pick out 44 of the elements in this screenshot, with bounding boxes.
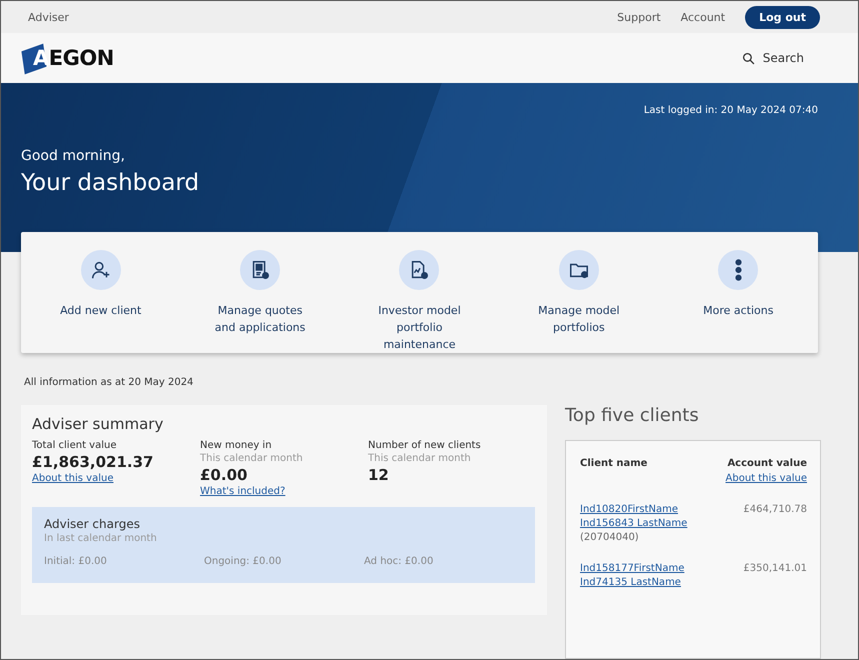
account-value: £350,141.01 — [743, 563, 807, 574]
section-title: Top five clients — [565, 405, 700, 426]
action-button[interactable]: Manage model portfolios — [499, 250, 659, 336]
client-link[interactable]: Ind10820FirstName — [580, 504, 678, 516]
last-logged-text: Last logged in: 20 May 2024 07:40 — [644, 105, 818, 116]
charge-value: Ongoing: £0.00 — [204, 556, 282, 568]
info-link[interactable]: What's included? — [200, 486, 286, 498]
page-title: Your dashboard — [21, 170, 200, 196]
action-button[interactable]: Manage quotes and applications — [180, 250, 340, 336]
action-button[interactable]: Investor model portfolio maintenance — [340, 250, 500, 354]
search-icon — [742, 52, 755, 65]
stat-value: £0.00 — [200, 466, 248, 484]
greeting: Good morning, — [21, 148, 126, 164]
info-date: All information as at 20 May 2024 — [24, 377, 194, 388]
stat-label: Total client value — [32, 440, 116, 452]
info-link[interactable]: About this value — [32, 473, 114, 484]
add-user-icon — [90, 259, 112, 282]
charges-period: In last calendar month — [44, 533, 158, 544]
account-value: £464,710.78 — [743, 504, 807, 516]
stat-value: £1,863,021.37 — [32, 453, 154, 472]
stat-value: 12 — [368, 466, 389, 484]
nav-link[interactable]: Support — [617, 10, 661, 24]
nav-link[interactable]: Account — [680, 10, 726, 24]
more-icon — [734, 259, 742, 282]
charge-value: Ad hoc: £0.00 — [364, 556, 434, 568]
role-label: Adviser — [28, 10, 69, 24]
client-link[interactable]: Ind158177FirstName — [580, 563, 684, 574]
action-button[interactable]: More actions — [658, 250, 818, 320]
section-title: Adviser summary — [32, 415, 164, 434]
client-link[interactable]: Ind156843 LastName — [580, 518, 688, 530]
charges-title: Adviser charges — [44, 517, 141, 532]
stat-period: This calendar month — [368, 453, 471, 464]
info-link[interactable]: About this value — [726, 473, 807, 484]
client-link[interactable]: Ind74135 LastName — [580, 577, 681, 588]
stat-period: This calendar month — [200, 453, 303, 464]
stat-label: Number of new clients — [368, 440, 481, 452]
stat-label: New money in — [200, 440, 272, 452]
column-header: Client name — [580, 458, 648, 470]
charge-value: Initial: £0.00 — [44, 556, 108, 568]
action-button[interactable]: Add new client — [21, 250, 180, 320]
column-header: Account value — [727, 458, 807, 470]
client-id: (20704040) — [580, 532, 639, 544]
search-button[interactable]: Search — [736, 50, 810, 66]
logout-button[interactable]: Log out — [745, 6, 820, 29]
